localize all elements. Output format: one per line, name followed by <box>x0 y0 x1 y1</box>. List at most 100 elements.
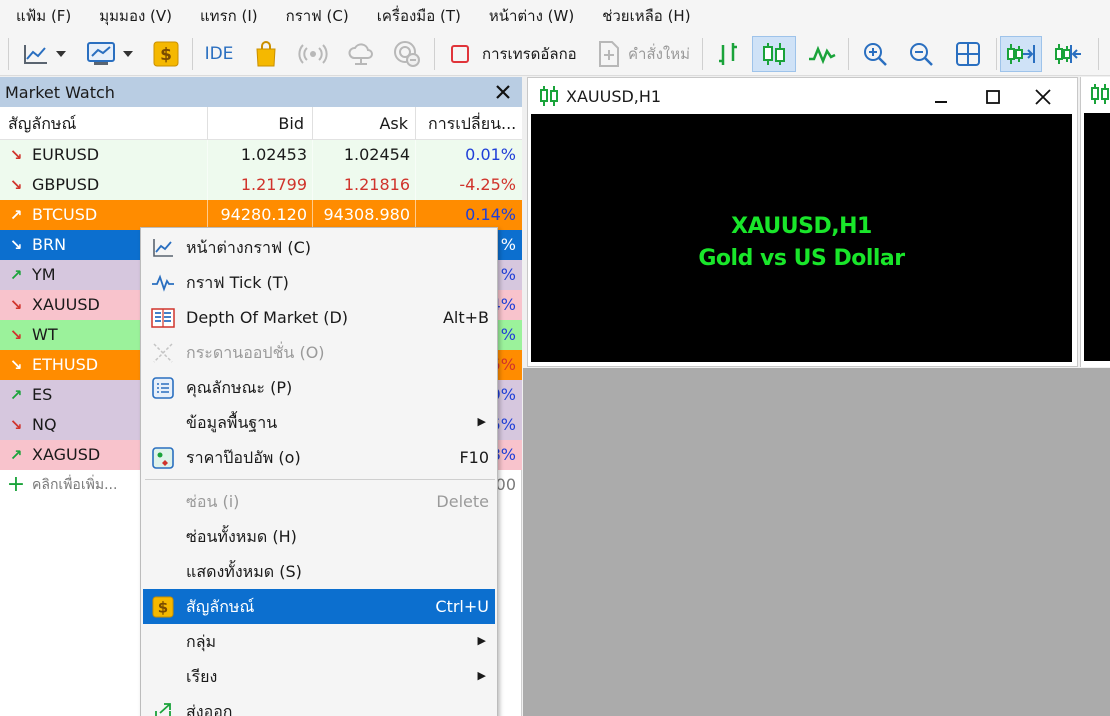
bid-price: 94280.120 <box>220 205 307 224</box>
symbols-toolbar-button[interactable]: $ <box>150 36 182 72</box>
line-chart-icon <box>151 236 175 260</box>
dollar-icon: $ <box>153 41 179 67</box>
context-menu-item[interactable]: $ สัญลักษณ์ Ctrl+U <box>143 589 495 624</box>
context-menu-item[interactable]: กระดานออปชั่น (O) <box>143 335 495 370</box>
menu-item-label: สัญลักษณ์ <box>186 597 255 616</box>
community-button[interactable] <box>390 36 424 72</box>
menu-item-label: ราคาป๊อปอัพ (o) <box>186 448 301 467</box>
arrow-down-icon: ↘ <box>9 176 23 194</box>
menu-insert[interactable]: แทรก (I) <box>200 0 258 32</box>
second-chart-window[interactable] <box>1080 77 1110 367</box>
tile-windows-button[interactable] <box>948 36 988 72</box>
chart-window[interactable]: XAUUSD,H1 XAUUSD,H1 Gold vs US Dollar <box>527 77 1078 367</box>
context-menu-item[interactable]: กลุ่ม ▶ <box>143 624 495 659</box>
algo-trading-label: การเทรดอัลกอ <box>482 45 577 63</box>
second-chart-canvas[interactable] <box>1084 113 1110 361</box>
toolbar-separator <box>848 38 849 70</box>
menu-tools[interactable]: เครื่องมือ (T) <box>377 0 461 32</box>
symbol-name: BTCUSD <box>32 205 98 224</box>
bar-chart-button[interactable] <box>710 36 746 72</box>
zoom-out-button[interactable] <box>902 36 940 72</box>
menu-item-label: ซ่อนทั้งหมด (H) <box>186 527 297 546</box>
menu-item-label: Depth Of Market (D) <box>186 308 349 327</box>
menu-window[interactable]: หน้าต่าง (W) <box>489 0 574 32</box>
chart-workspace-background <box>523 368 1110 716</box>
options-board-icon <box>151 341 175 365</box>
zoom-in-button[interactable] <box>856 36 894 72</box>
profiles-button[interactable] <box>82 36 138 72</box>
menu-item-shortcut: Alt+B <box>442 308 489 327</box>
new-chart-button[interactable] <box>18 36 72 72</box>
context-menu-item[interactable]: ราคาป๊อปอัพ (o) F10 <box>143 440 495 475</box>
signals-button[interactable] <box>296 36 330 72</box>
new-order-button[interactable]: คำสั่งใหม่ <box>594 36 694 72</box>
column-header-bid[interactable]: Bid <box>210 107 304 140</box>
minimize-button[interactable] <box>928 84 954 110</box>
menu-view[interactable]: มุมมอง (V) <box>99 0 172 32</box>
menu-charts[interactable]: กราฟ (C) <box>286 0 349 32</box>
column-header-symbol[interactable]: สัญลักษณ์ <box>8 107 203 140</box>
context-menu-item[interactable]: ส่งออก <box>143 694 495 716</box>
context-menu-item[interactable]: เรียง ▶ <box>143 659 495 694</box>
auto-scroll-icon <box>1007 44 1035 64</box>
menu-item-label: ซ่อน (i) <box>186 492 240 511</box>
toolbar-separator <box>1098 38 1099 70</box>
line-chart-button[interactable] <box>802 36 842 72</box>
market-watch-title-bar: Market Watch <box>0 77 522 107</box>
close-chart-button[interactable] <box>1030 84 1056 110</box>
menu-item-shortcut: F10 <box>459 448 489 467</box>
maximize-button[interactable] <box>980 84 1006 110</box>
menu-item-label: กลุ่ม <box>186 632 217 651</box>
market-watch-header: สัญลักษณ์ Bid Ask การเปลี่ยน... <box>0 107 522 140</box>
toolbar-separator <box>192 38 193 70</box>
shopping-bag-icon <box>256 41 276 67</box>
column-header-change[interactable]: การเปลี่ยน... <box>428 107 518 140</box>
ide-label: IDE <box>204 44 234 64</box>
submenu-arrow-icon: ▶ <box>477 415 486 428</box>
arrow-up-icon: ↗ <box>9 446 23 464</box>
chart-symbol-overlay: XAUUSD,H1 <box>731 214 872 239</box>
stop-square-icon <box>451 45 469 63</box>
menu-file[interactable]: แฟ้ม (F) <box>16 0 71 32</box>
new-order-icon <box>599 41 619 67</box>
close-market-watch-button[interactable] <box>491 80 515 104</box>
menu-item-label: ส่งออก <box>186 702 233 716</box>
trading-terminal-window: แฟ้ม (F) มุมมอง (V) แทรก (I) กราฟ (C) เค… <box>0 0 1110 716</box>
column-divider[interactable] <box>207 107 208 140</box>
column-divider[interactable] <box>415 107 416 140</box>
market-watch-row[interactable]: ↗ BTCUSD 94280.120 94308.980 0.14% <box>0 200 522 230</box>
close-icon <box>1035 89 1051 105</box>
vps-button[interactable] <box>344 36 378 72</box>
context-menu-item[interactable]: ซ่อนทั้งหมด (H) <box>143 519 495 554</box>
context-menu-item[interactable]: แสดงทั้งหมด (S) <box>143 554 495 589</box>
arrow-down-icon: ↘ <box>9 356 23 374</box>
context-menu-item[interactable]: กราฟ Tick (T) <box>143 265 495 300</box>
context-menu-item[interactable]: คุณลักษณะ (P) <box>143 370 495 405</box>
add-icon: + <box>6 472 26 497</box>
context-menu-item[interactable]: หน้าต่างกราฟ (C) <box>143 230 495 265</box>
daily-change: 0.14% <box>465 205 516 224</box>
menu-item-label: ข้อมูลพื้นฐาน <box>186 413 278 432</box>
add-symbol-label: คลิกเพื่อเพิ่ม... <box>32 477 118 493</box>
svg-text:$: $ <box>160 45 172 65</box>
context-menu-item[interactable]: ซ่อน (i) Delete <box>143 484 495 519</box>
bid-price: 1.02453 <box>240 145 307 164</box>
market-button[interactable] <box>250 36 282 72</box>
chart-shift-button[interactable] <box>1048 36 1090 72</box>
market-watch-row[interactable]: ↘ GBPUSD 1.21799 1.21816 -4.25% <box>0 170 522 200</box>
auto-scroll-button[interactable] <box>1000 36 1042 72</box>
context-menu-item[interactable]: Depth Of Market (D) Alt+B <box>143 300 495 335</box>
specification-icon <box>151 376 175 400</box>
ask-price: 94308.980 <box>323 205 410 224</box>
market-watch-row[interactable]: ↘ EURUSD 1.02453 1.02454 0.01% <box>0 140 522 170</box>
ide-button[interactable]: IDE <box>200 36 238 72</box>
chart-canvas[interactable]: XAUUSD,H1 Gold vs US Dollar <box>531 114 1072 362</box>
column-divider[interactable] <box>312 107 313 140</box>
minimize-icon <box>935 101 947 103</box>
column-header-ask[interactable]: Ask <box>315 107 408 140</box>
menu-item-label: แสดงทั้งหมด (S) <box>186 562 302 581</box>
algo-trading-button[interactable]: การเทรดอัลกอ <box>444 36 584 72</box>
menu-help[interactable]: ช่วยเหลือ (H) <box>602 0 690 32</box>
context-menu-item[interactable]: ข้อมูลพื้นฐาน ▶ <box>143 405 495 440</box>
candlestick-button[interactable] <box>752 36 796 72</box>
